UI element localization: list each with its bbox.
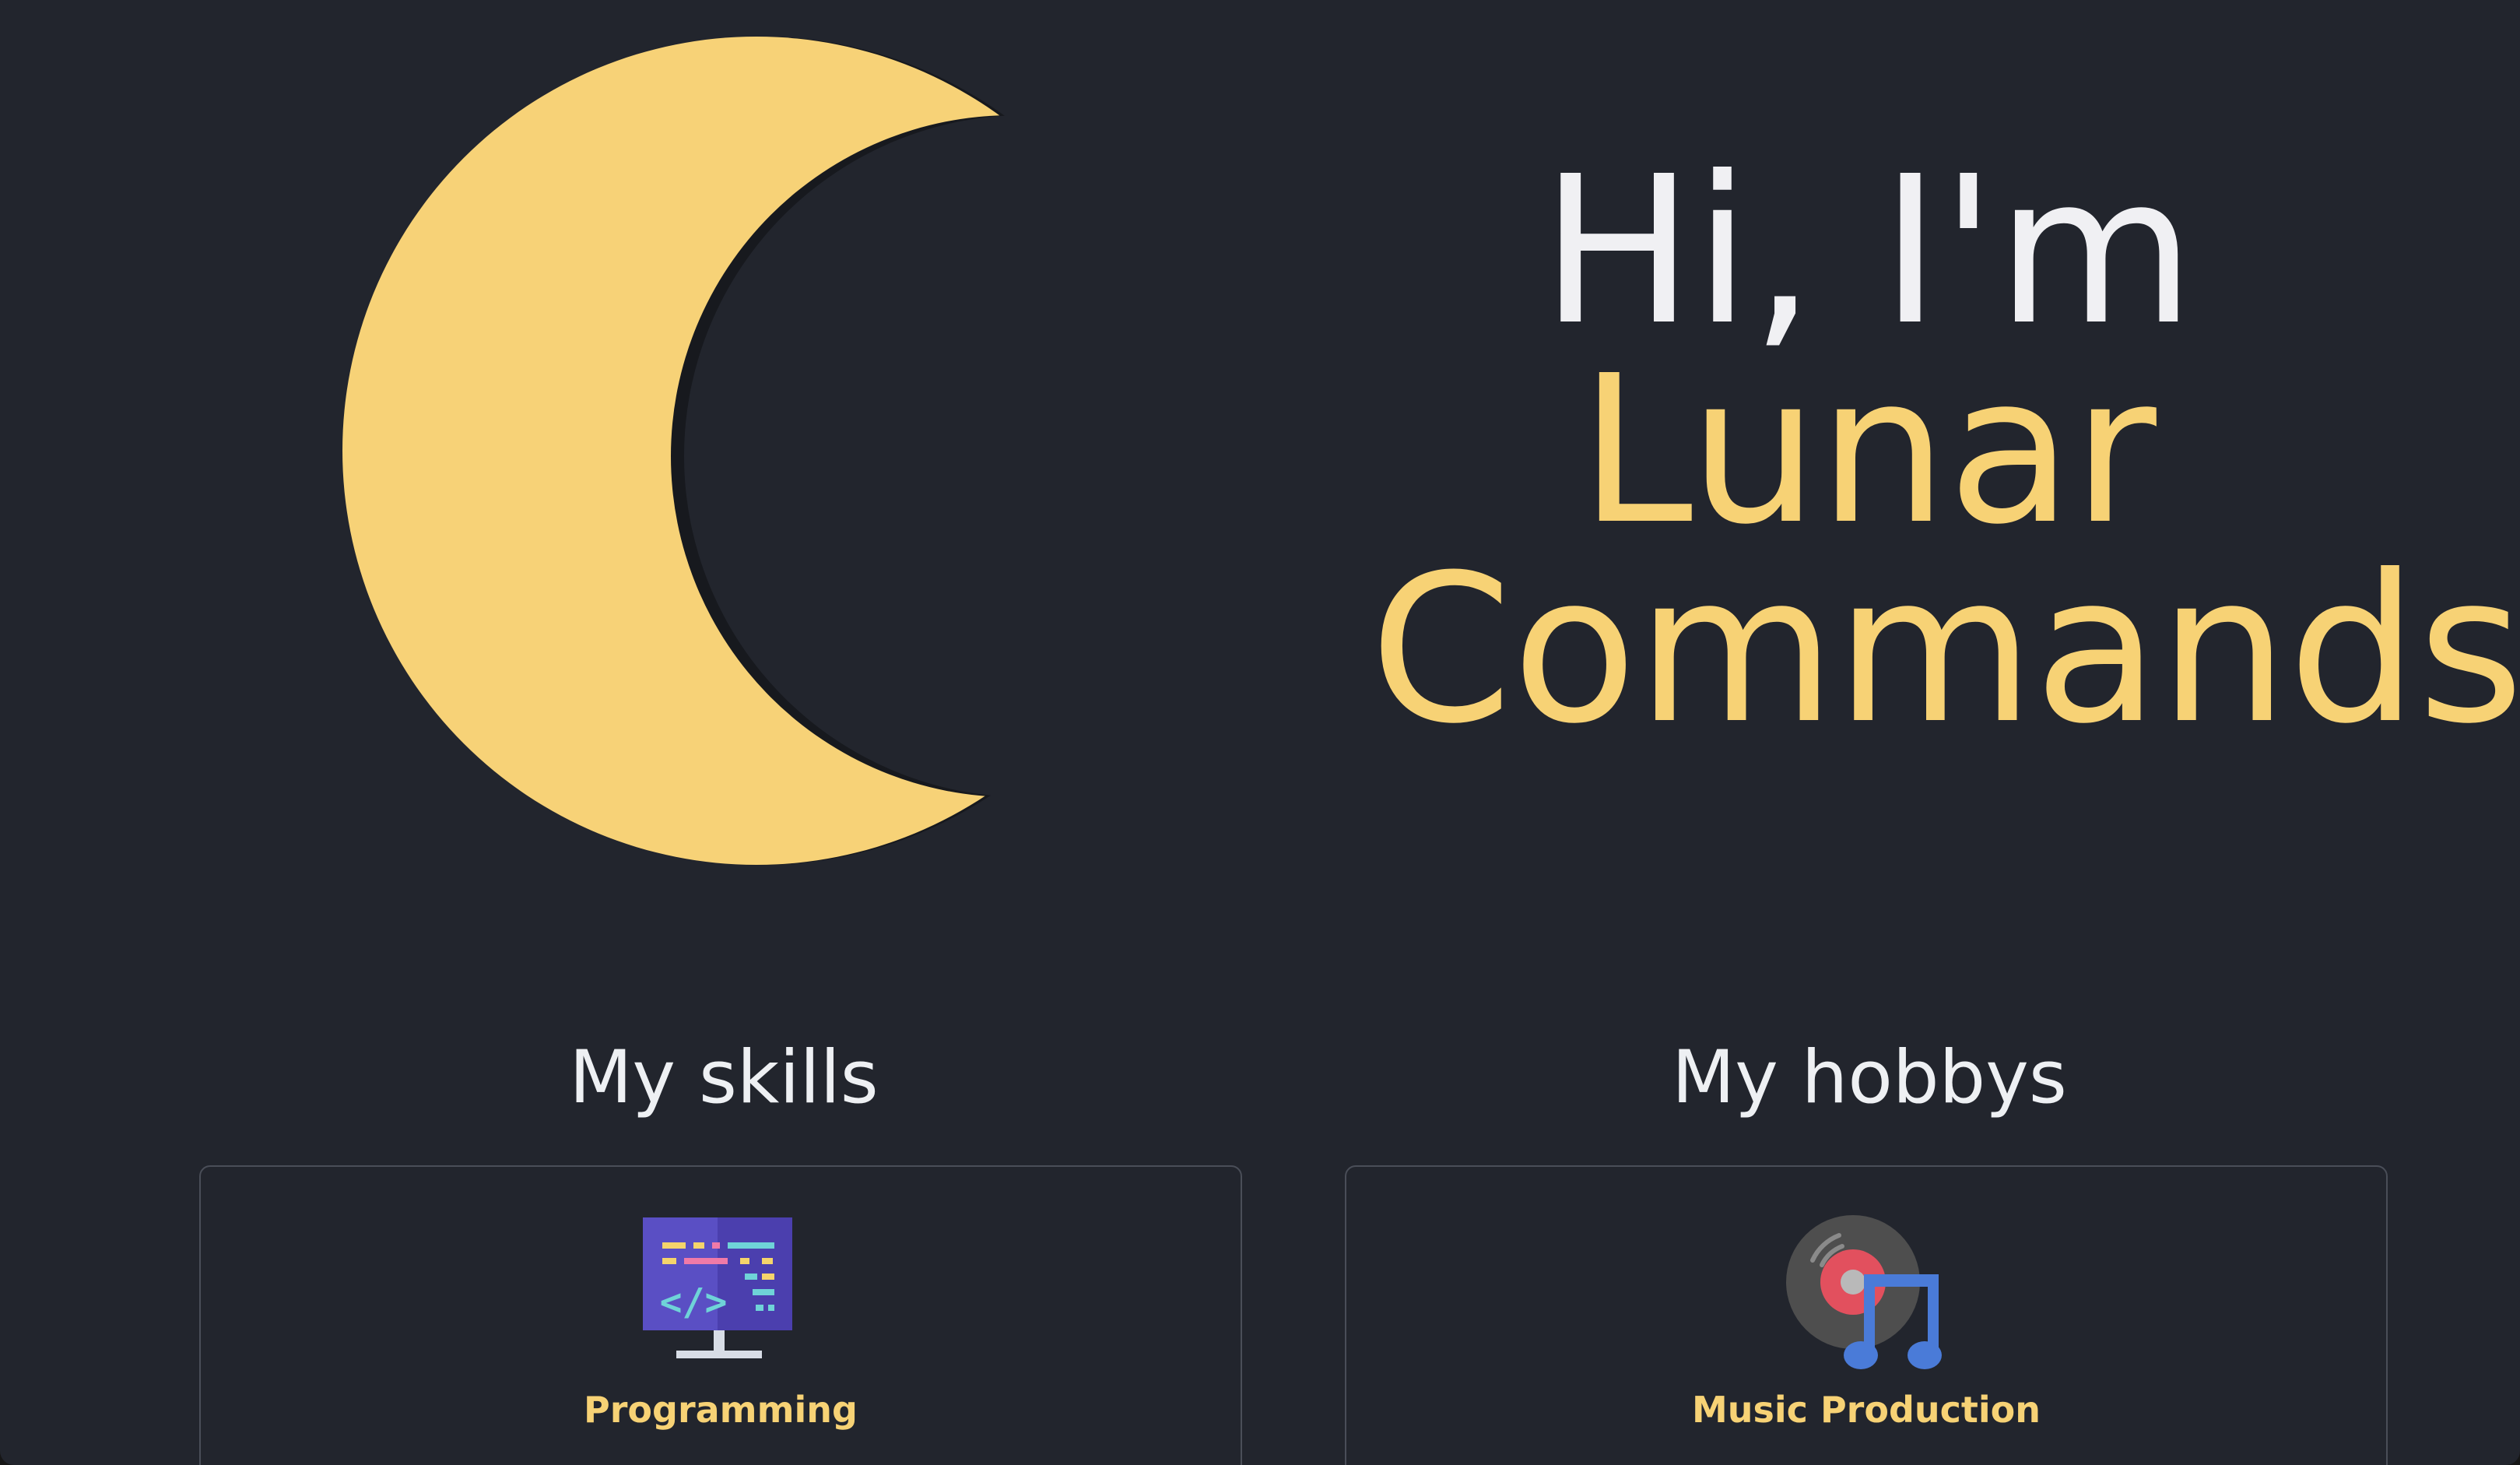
- code-monitor-icon: </>: [643, 1217, 792, 1358]
- skill-label: Programming: [584, 1389, 858, 1431]
- crescent-moon-icon: [342, 37, 1043, 865]
- skills-card: </> Programming: [199, 1165, 1242, 1465]
- hero-name-line2: Commands: [1370, 531, 2520, 768]
- skills-section-title: My skills: [569, 1035, 879, 1120]
- hero-greeting: Hi, I'm: [1540, 132, 2195, 370]
- skill-item-programming[interactable]: </> Programming: [201, 1214, 1241, 1432]
- svg-text:</>: </>: [660, 1281, 728, 1324]
- hobby-label: Music Production: [1691, 1389, 2041, 1431]
- hero-name-line1: Lunar: [1579, 332, 2157, 569]
- portfolio-page: Hi, I'm Lunar Commands My skills My hobb…: [0, 0, 2520, 1465]
- hobbys-section-title: My hobbys: [1672, 1035, 2067, 1120]
- hero-heading: Hi, I'm Lunar Commands: [1370, 132, 2520, 768]
- hobby-item-music-production[interactable]: Music Production: [1346, 1214, 2386, 1432]
- hobbys-card: Music Production: [1345, 1165, 2388, 1465]
- vinyl-music-note-icon: [1786, 1215, 1942, 1369]
